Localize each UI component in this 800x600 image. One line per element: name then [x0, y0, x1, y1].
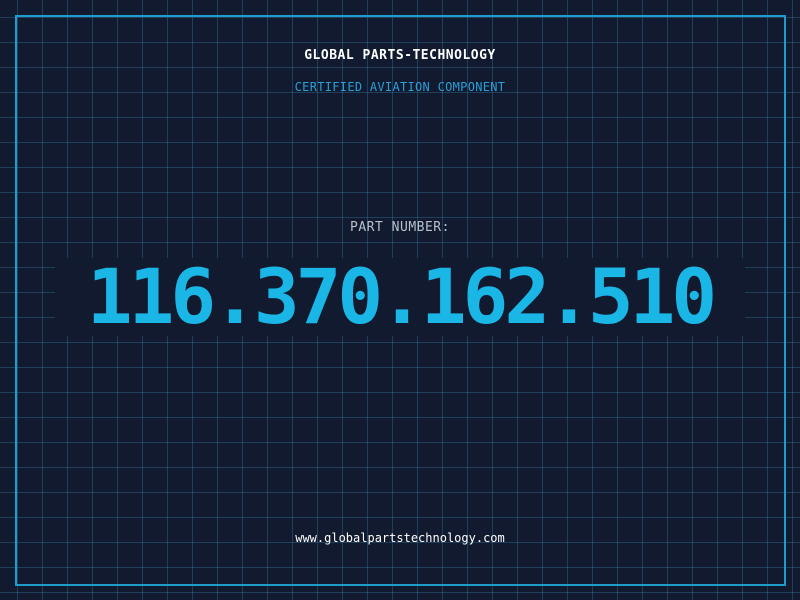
company-name: GLOBAL PARTS-TECHNOLOGY: [304, 48, 496, 63]
part-number-label: PART NUMBER:: [350, 220, 450, 235]
website-url: www.globalpartstechnology.com: [295, 531, 505, 545]
part-number-panel: 116.370.162.510: [55, 258, 745, 336]
certification-subtitle: CERTIFIED AVIATION COMPONENT: [294, 80, 506, 94]
part-number-value: 116.370.162.510: [86, 252, 717, 341]
label-canvas: GLOBAL PARTS-TECHNOLOGY CERTIFIED AVIATI…: [0, 0, 800, 600]
